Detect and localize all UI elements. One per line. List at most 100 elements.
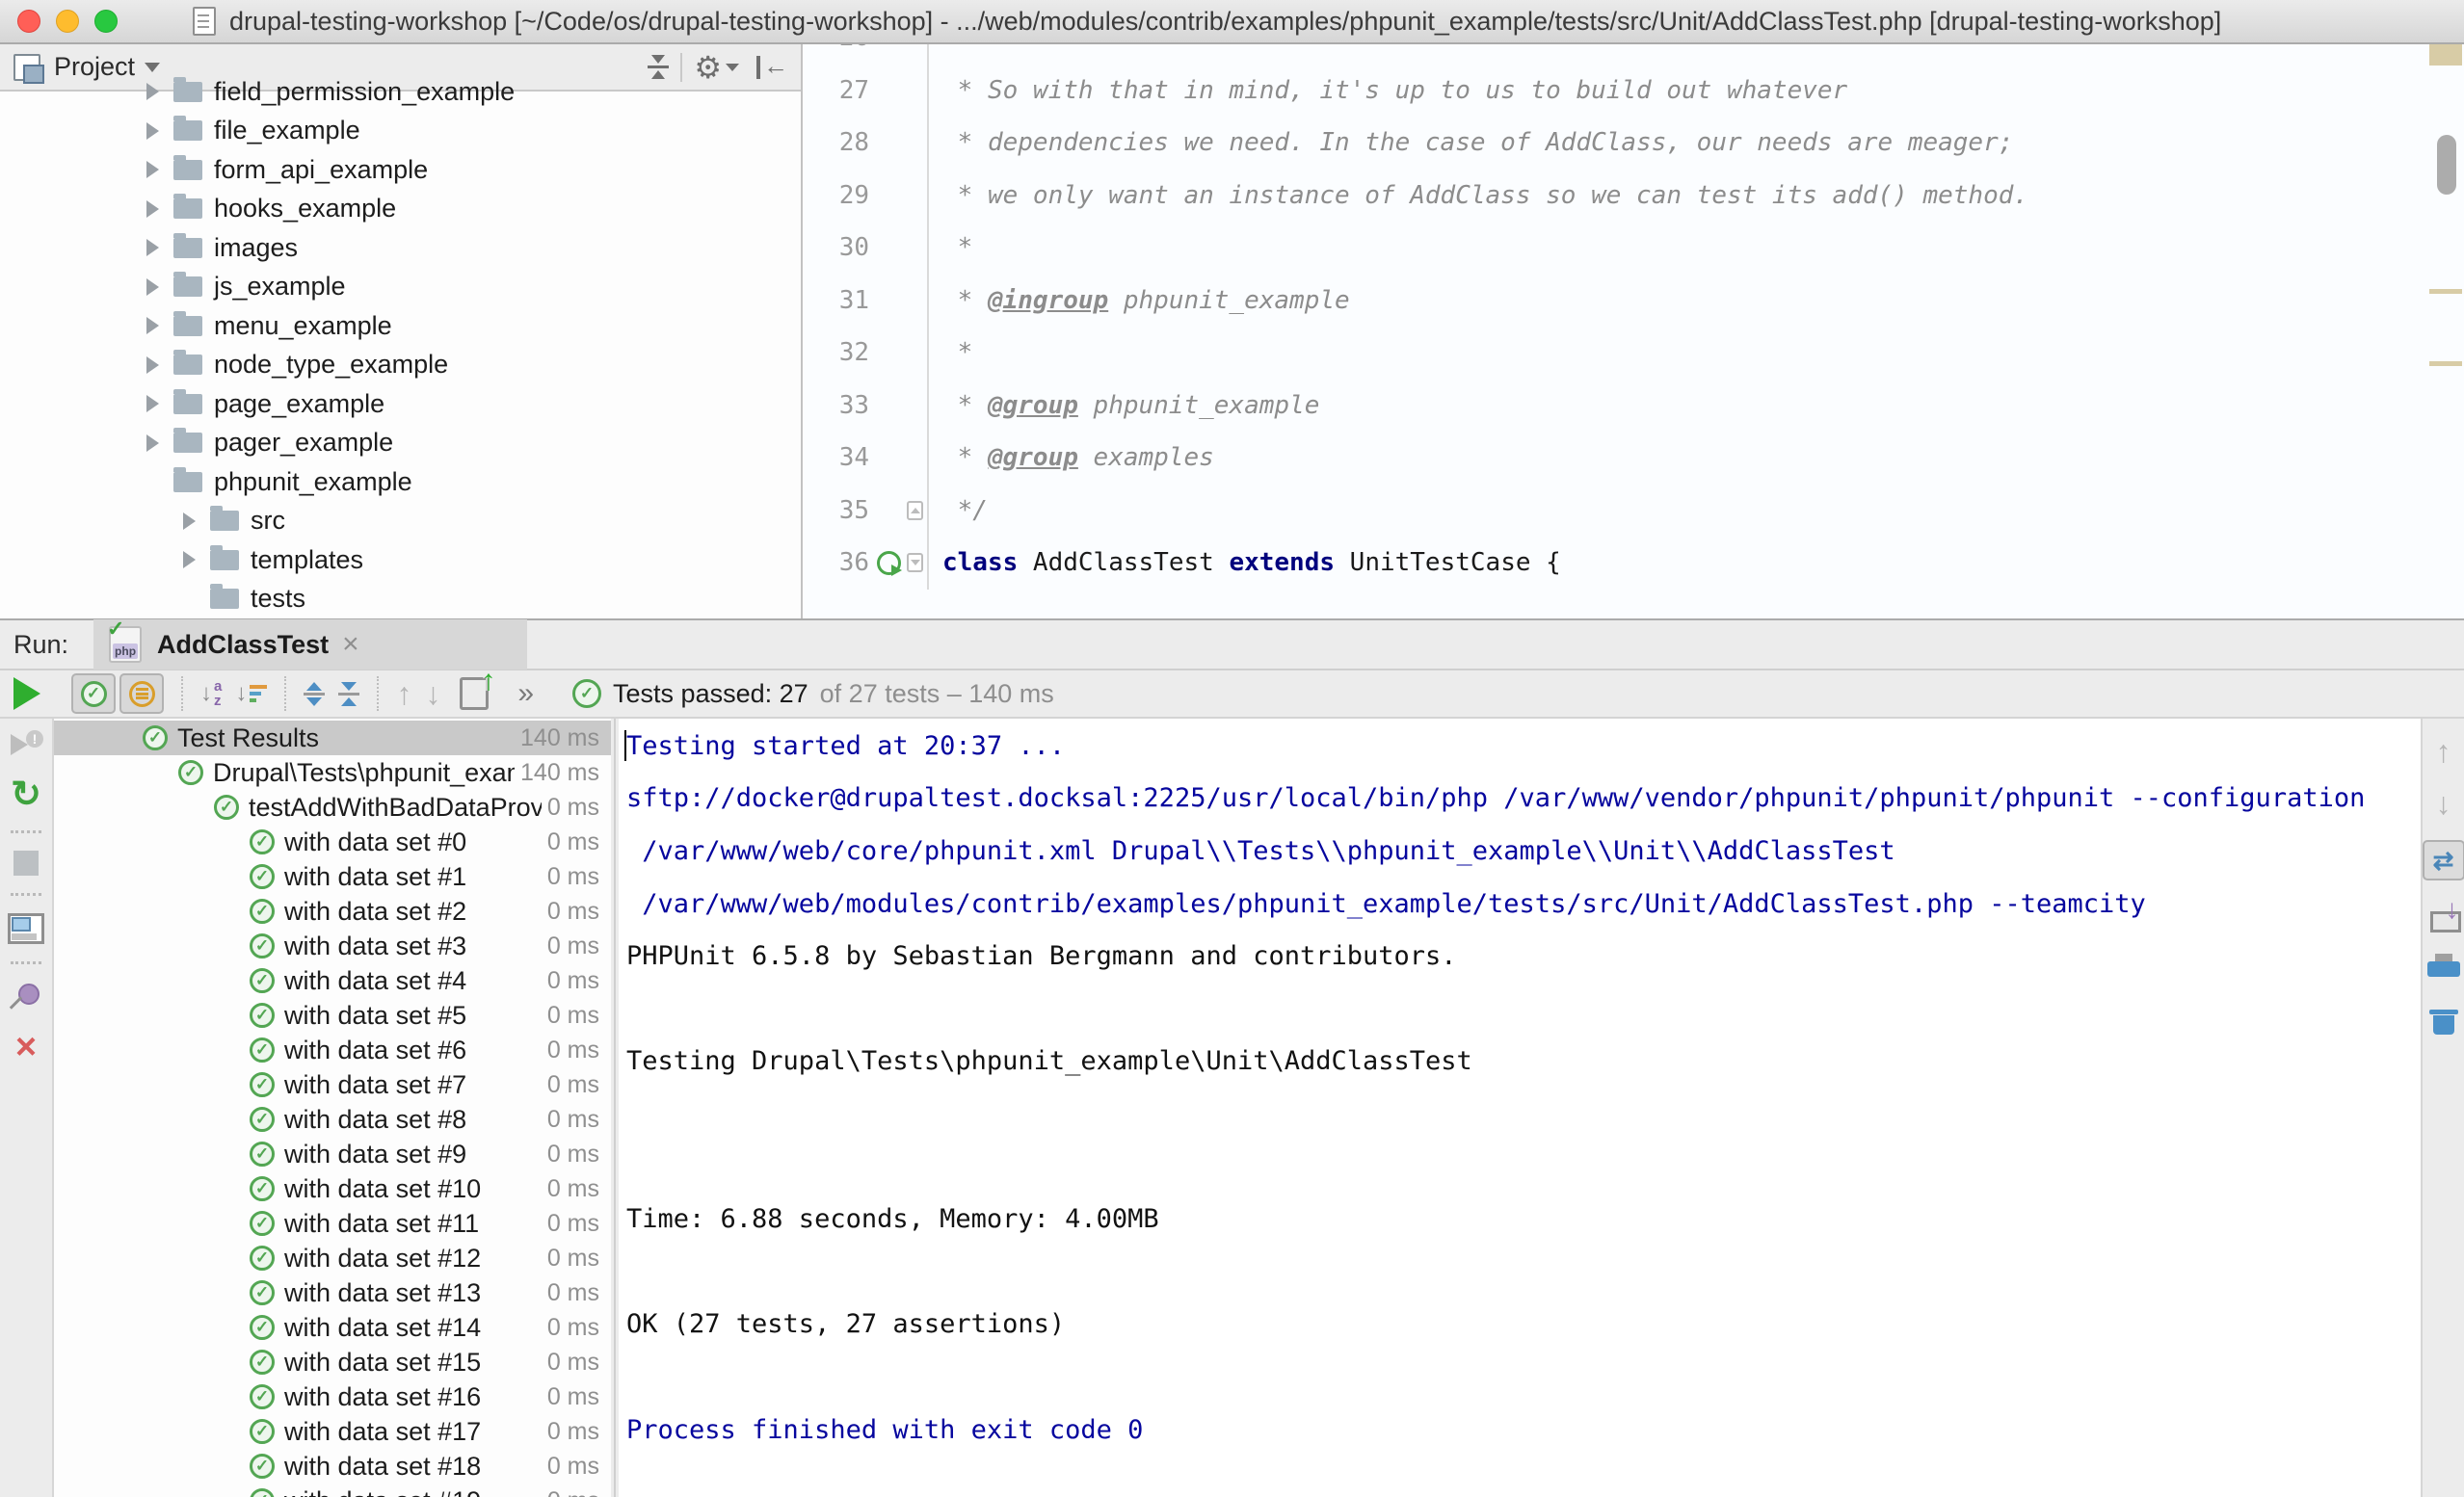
tree-toggle-icon[interactable]: [141, 79, 164, 104]
test-tree-row[interactable]: with data set #19 0 ms: [54, 1484, 611, 1497]
phpdoc-tag[interactable]: @group: [988, 443, 1078, 472]
tree-toggle-icon[interactable]: [223, 968, 246, 993]
project-tree-row[interactable]: page_example: [0, 384, 801, 424]
tree-toggle-icon[interactable]: [223, 1107, 246, 1132]
print-icon[interactable]: [2427, 954, 2460, 983]
hide-panel-icon[interactable]: [755, 54, 787, 81]
tree-toggle-icon[interactable]: [223, 1488, 246, 1497]
tree-toggle-icon[interactable]: [141, 431, 164, 456]
test-tree-row[interactable]: with data set #11 0 ms: [54, 1206, 611, 1241]
test-tree-row[interactable]: with data set #5 0 ms: [54, 998, 611, 1033]
tree-toggle-icon[interactable]: [151, 760, 174, 785]
tree-toggle-icon[interactable]: [141, 313, 164, 338]
test-tree-row[interactable]: Drupal\Tests\phpunit_examp 140 ms: [54, 755, 611, 790]
minimize-window-button[interactable]: [56, 10, 79, 33]
down-stacktrace-icon[interactable]: ↓: [2436, 788, 2451, 819]
show-passed-toggle[interactable]: [71, 673, 116, 714]
restore-layout-icon[interactable]: [8, 913, 44, 944]
run-test-gutter-icon[interactable]: [877, 551, 901, 575]
tree-toggle-icon[interactable]: [223, 1211, 246, 1236]
test-tree-row[interactable]: with data set #6 0 ms: [54, 1033, 611, 1067]
soft-wrap-toggle[interactable]: ⇄: [2423, 840, 2464, 880]
zoom-window-button[interactable]: [94, 10, 118, 33]
pin-tab-icon[interactable]: [11, 982, 41, 1012]
editor-scrollbar[interactable]: [2437, 135, 2456, 195]
tree-toggle-icon[interactable]: [141, 391, 164, 416]
tree-toggle-icon[interactable]: [177, 509, 200, 534]
more-actions-chevron[interactable]: »: [517, 677, 534, 710]
test-tree-row[interactable]: Test Results 140 ms: [54, 721, 611, 755]
tree-toggle-icon[interactable]: [223, 1176, 246, 1201]
rerun-button[interactable]: [13, 677, 40, 710]
test-tree-row[interactable]: with data set #15 0 ms: [54, 1345, 611, 1379]
fold-marker-icon[interactable]: [907, 501, 923, 520]
test-tree-row[interactable]: testAddWithBadDataProvid 0 ms: [54, 790, 611, 825]
tree-toggle-icon[interactable]: [223, 1419, 246, 1444]
sort-alphabetically-button[interactable]: ↓ az: [200, 679, 222, 708]
test-tree-row[interactable]: with data set #18 0 ms: [54, 1449, 611, 1484]
project-tree-row[interactable]: tests: [0, 580, 801, 619]
tree-toggle-icon[interactable]: [223, 1037, 246, 1063]
test-tree-row[interactable]: with data set #13 0 ms: [54, 1275, 611, 1310]
code-editor[interactable]: 26 27 * So with that in mind, it's up to…: [803, 44, 2464, 618]
test-tree-row[interactable]: with data set #9 0 ms: [54, 1137, 611, 1171]
project-tree-row[interactable]: src: [0, 502, 801, 541]
tree-toggle-icon[interactable]: [223, 1454, 246, 1479]
tree-toggle-icon[interactable]: [223, 1315, 246, 1340]
tree-toggle-icon[interactable]: [223, 1003, 246, 1028]
scroll-to-end-icon[interactable]: [2428, 902, 2459, 932]
export-test-results-button[interactable]: [460, 677, 489, 710]
project-tree-row[interactable]: field_permission_example: [0, 72, 801, 112]
tree-toggle-icon[interactable]: [223, 933, 246, 959]
tree-toggle-icon[interactable]: [141, 197, 164, 222]
tree-toggle-icon[interactable]: [141, 157, 164, 182]
test-tree-row[interactable]: with data set #17 0 ms: [54, 1414, 611, 1449]
tree-toggle-icon[interactable]: [141, 275, 164, 300]
tree-toggle-icon[interactable]: [223, 1384, 246, 1409]
tree-toggle-icon[interactable]: [177, 547, 200, 572]
collapse-all-button[interactable]: [338, 682, 359, 706]
project-tree-row[interactable]: menu_example: [0, 306, 801, 346]
tree-toggle-icon[interactable]: [187, 795, 210, 820]
sort-by-duration-button[interactable]: ↓: [235, 680, 267, 707]
close-window-button[interactable]: [17, 10, 40, 33]
console-output[interactable]: Testing started at 20:37 ... sftp://dock…: [619, 719, 2421, 1497]
tree-toggle-icon[interactable]: [223, 864, 246, 889]
tab-addclasstest[interactable]: ✓ php AddClassTest ×: [93, 619, 527, 670]
test-tree-row[interactable]: with data set #0 0 ms: [54, 825, 611, 859]
phpdoc-tag[interactable]: @group: [988, 391, 1078, 420]
test-tree-row[interactable]: with data set #3 0 ms: [54, 929, 611, 963]
project-tree-row[interactable]: form_api_example: [0, 150, 801, 190]
test-tree-row[interactable]: with data set #16 0 ms: [54, 1379, 611, 1414]
test-tree-row[interactable]: with data set #10 0 ms: [54, 1171, 611, 1206]
project-tree-row[interactable]: file_example: [0, 112, 801, 151]
test-tree-row[interactable]: with data set #7 0 ms: [54, 1067, 611, 1102]
project-tree-row[interactable]: node_type_example: [0, 346, 801, 385]
project-tree-row[interactable]: images: [0, 228, 801, 268]
project-tree-row[interactable]: js_example: [0, 268, 801, 307]
tree-toggle-icon[interactable]: [223, 1350, 246, 1375]
close-panel-icon[interactable]: ×: [15, 1030, 37, 1064]
clear-all-icon[interactable]: [2428, 1004, 2459, 1035]
chevron-down-icon[interactable]: [145, 63, 160, 72]
stop-icon[interactable]: [13, 851, 39, 876]
chevron-down-icon[interactable]: [726, 64, 739, 71]
up-stacktrace-icon[interactable]: ↑: [2436, 736, 2451, 767]
close-tab-icon[interactable]: ×: [342, 628, 359, 661]
rerun-icon[interactable]: ↻: [11, 776, 41, 813]
test-tree-row[interactable]: with data set #4 0 ms: [54, 963, 611, 998]
tree-toggle-icon[interactable]: [177, 587, 200, 612]
tree-toggle-icon[interactable]: [223, 1246, 246, 1271]
tree-toggle-icon[interactable]: [223, 899, 246, 924]
tree-toggle-icon[interactable]: [223, 829, 246, 854]
tree-toggle-icon[interactable]: [141, 235, 164, 260]
test-tree-row[interactable]: with data set #2 0 ms: [54, 894, 611, 929]
fold-marker-icon[interactable]: [907, 553, 923, 572]
test-tree-row[interactable]: with data set #12 0 ms: [54, 1241, 611, 1275]
tree-toggle-icon[interactable]: [141, 353, 164, 378]
expand-all-button[interactable]: [304, 682, 325, 706]
rerun-failed-tests-icon[interactable]: [9, 730, 43, 759]
tree-toggle-icon[interactable]: [141, 469, 164, 494]
tree-toggle-icon[interactable]: [223, 1142, 246, 1167]
tree-toggle-icon[interactable]: [141, 118, 164, 144]
